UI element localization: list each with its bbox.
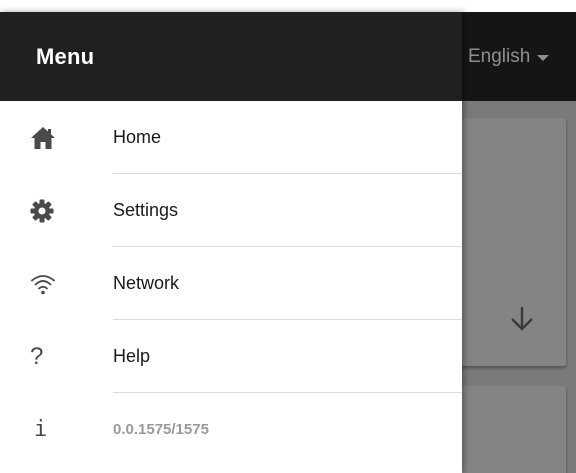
language-select[interactable]: English: [468, 12, 576, 101]
menu-item-label: Home: [113, 127, 162, 147]
version-label: 0.0.1575/1575: [113, 421, 209, 438]
menu-item-label: Help: [113, 346, 151, 366]
status-strip: [0, 0, 576, 12]
menu-item-help[interactable]: ? Help: [0, 320, 462, 393]
menu-item-icon-slot: ?: [0, 320, 113, 393]
menu-item-icon-slot: [0, 247, 113, 320]
chevron-down-icon: [537, 54, 550, 61]
menu-item-home[interactable]: Home: [0, 101, 462, 174]
menu-item-settings[interactable]: Settings: [0, 174, 462, 247]
arrow-down-icon: [511, 307, 533, 331]
menu-item-network[interactable]: Network: [0, 247, 462, 320]
drawer-title: Menu: [36, 43, 95, 69]
screen: English Menu Home Settings Network ? Hel…: [0, 0, 576, 473]
menu-item-label: Settings: [113, 200, 179, 220]
question-icon: ?: [30, 342, 44, 370]
menu-item-icon-slot: i: [0, 393, 113, 466]
gear-icon: [30, 199, 54, 222]
language-select-value: English: [468, 45, 531, 67]
menu-item-icon-slot: [0, 101, 113, 174]
navigation-drawer: Menu Home Settings Network ? Help i 0.0.…: [0, 12, 462, 473]
menu-item-version: i 0.0.1575/1575: [0, 393, 462, 466]
wifi-icon: [31, 274, 55, 294]
info-icon: i: [34, 417, 48, 442]
home-icon: [31, 126, 55, 149]
menu-item-icon-slot: [0, 174, 113, 247]
drawer-header: Menu: [0, 12, 462, 101]
menu-item-label: Network: [113, 273, 180, 293]
